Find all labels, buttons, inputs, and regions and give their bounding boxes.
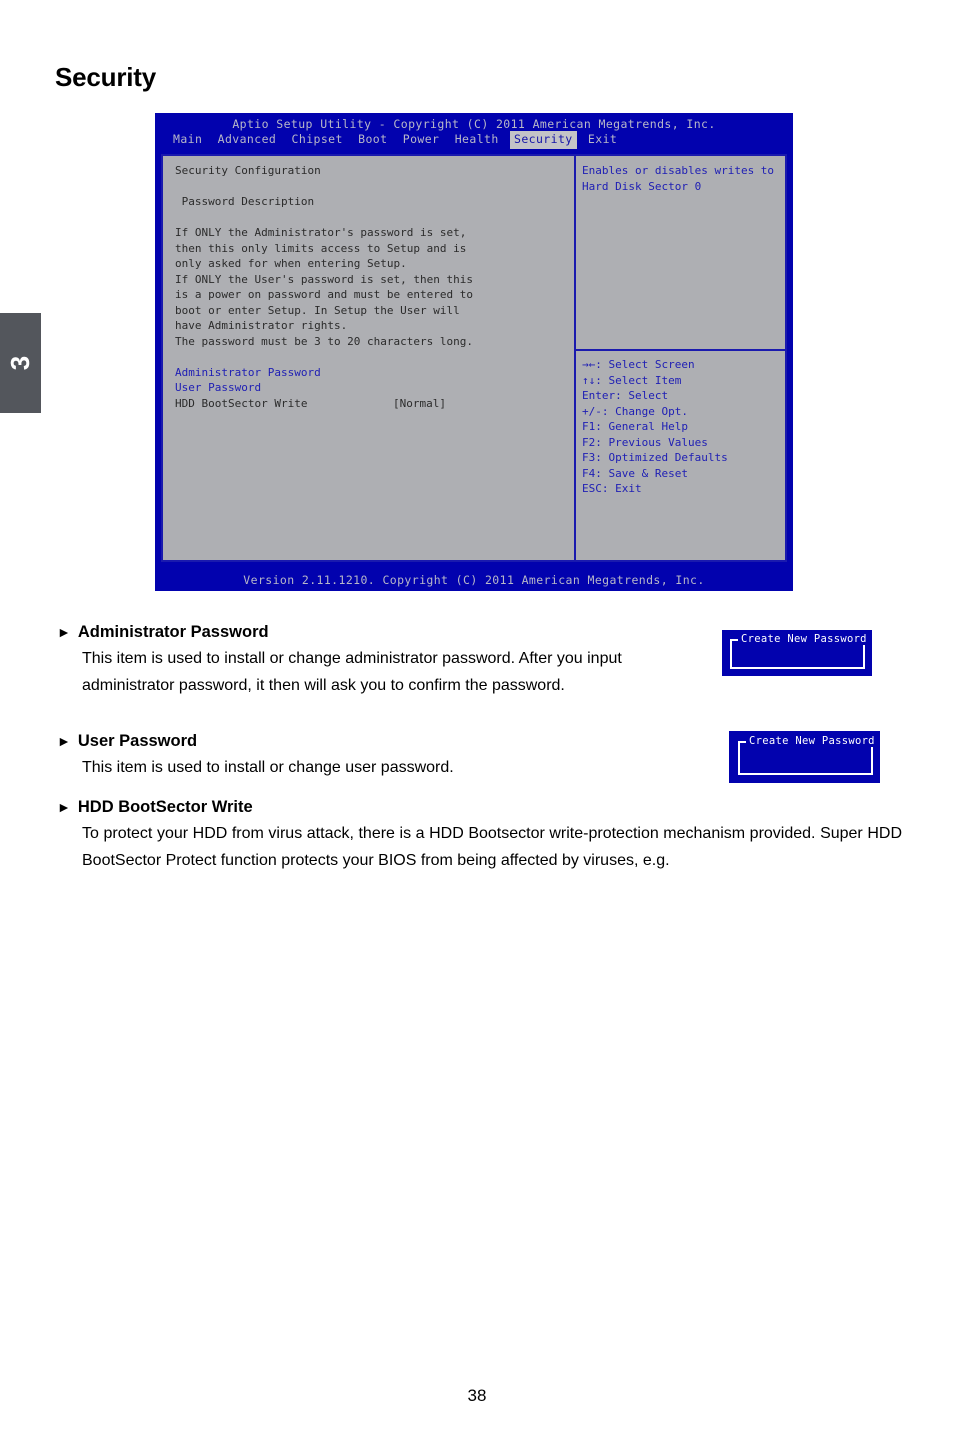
description-line-3: only asked for when entering Setup. bbox=[175, 257, 407, 270]
bios-help-description: Enables or disables writes to Hard Disk … bbox=[576, 156, 785, 351]
section-body-hdd-bootsector-write: To protect your HDD from virus attack, t… bbox=[82, 825, 902, 869]
key-f4-save-reset: F4: Save & Reset bbox=[582, 466, 688, 480]
bios-item-hdd-bootsector-write[interactable]: HDD BootSector Write [Normal] bbox=[175, 396, 574, 412]
section-body-administrator-password: This item is used to install or change a… bbox=[82, 650, 622, 694]
bios-tab-power[interactable]: Power bbox=[399, 131, 444, 149]
bios-tab-security[interactable]: Security bbox=[510, 131, 577, 149]
dialog-title-user: Create New Password bbox=[746, 735, 878, 747]
key-f2-previous-values: F2: Previous Values bbox=[582, 435, 708, 449]
bullet-arrow-icon: ► bbox=[57, 799, 71, 815]
key-esc-exit: ESC: Exit bbox=[582, 482, 642, 495]
help-description-line-2: Hard Disk Sector 0 bbox=[582, 179, 702, 193]
chapter-tab: 3 bbox=[0, 313, 41, 413]
bios-setup-screenshot: Aptio Setup Utility - Copyright (C) 2011… bbox=[155, 113, 793, 591]
description-line-1: If ONLY the Administrator's password is … bbox=[175, 226, 467, 239]
section-heading-user-password: ► User Password bbox=[57, 732, 697, 751]
create-new-password-dialog-user: Create New Password bbox=[729, 731, 880, 783]
key-select-item: ↑↓: Select Item bbox=[582, 373, 682, 387]
bios-title-bar: Aptio Setup Utility - Copyright (C) 2011… bbox=[232, 117, 716, 131]
section-user-password: ► User Password This item is used to inst… bbox=[57, 732, 697, 781]
chapter-number: 3 bbox=[5, 355, 36, 371]
password-description-heading: Password Description bbox=[175, 195, 315, 208]
description-line-7: have Administrator rights. bbox=[175, 319, 348, 332]
dialog-frame: Create New Password bbox=[730, 633, 870, 669]
bios-tab-main[interactable]: Main bbox=[169, 131, 206, 149]
security-configuration-heading: Security Configuration bbox=[175, 164, 321, 177]
description-line-2: then this only limits access to Setup an… bbox=[175, 241, 467, 255]
key-f3-optimized-defaults: F3: Optimized Defaults bbox=[582, 451, 728, 464]
section-body-user-password: This item is used to install or change u… bbox=[82, 759, 454, 776]
bullet-arrow-icon: ► bbox=[57, 624, 71, 640]
section-heading-text: HDD BootSector Write bbox=[77, 798, 253, 816]
dialog-title-admin: Create New Password bbox=[738, 633, 870, 645]
description-line-6: boot or enter Setup. In Setup the User w… bbox=[175, 303, 460, 317]
section-administrator-password: ► Administrator Password This item is use… bbox=[57, 623, 697, 699]
bios-body: Security Configuration Password Descript… bbox=[161, 154, 787, 562]
bios-help-keys: →←: Select Screen ↑↓: Select Item Enter:… bbox=[576, 351, 785, 497]
key-change-opt: +/-: Change Opt. bbox=[582, 404, 688, 418]
bios-help-panel: Enables or disables writes to Hard Disk … bbox=[575, 154, 787, 562]
bios-item-hdd-bootsector-write-label: HDD BootSector Write bbox=[175, 396, 308, 410]
bios-item-user-password[interactable]: User Password bbox=[175, 380, 574, 396]
section-heading-administrator-password: ► Administrator Password bbox=[57, 623, 697, 642]
key-select-screen: →←: Select Screen bbox=[582, 358, 695, 371]
bios-version-bar: Version 2.11.1210. Copyright (C) 2011 Am… bbox=[243, 573, 705, 587]
bios-menu-bar: Main Advanced Chipset Boot Power Health … bbox=[155, 131, 793, 149]
section-heading-text: User Password bbox=[77, 732, 198, 750]
description-line-4: If ONLY the User's password is set, then… bbox=[175, 272, 474, 286]
bios-tab-chipset[interactable]: Chipset bbox=[288, 131, 347, 149]
bios-item-hdd-bootsector-write-value: [Normal] bbox=[393, 396, 446, 410]
section-hdd-bootsector-write: ► HDD BootSector Write To protect your HD… bbox=[57, 798, 902, 874]
bios-settings-panel: Security Configuration Password Descript… bbox=[161, 154, 575, 562]
bios-tab-exit[interactable]: Exit bbox=[584, 131, 621, 149]
bios-tab-boot[interactable]: Boot bbox=[354, 131, 391, 149]
page-number: 38 bbox=[467, 1386, 487, 1405]
bios-item-administrator-password[interactable]: Administrator Password bbox=[175, 365, 574, 381]
section-heading-hdd-bootsector-write: ► HDD BootSector Write bbox=[57, 798, 902, 817]
description-line-5: is a power on password and must be enter… bbox=[175, 288, 474, 301]
bios-tab-advanced[interactable]: Advanced bbox=[214, 131, 281, 149]
bullet-arrow-icon: ► bbox=[57, 733, 71, 749]
help-description-line-1: Enables or disables writes to bbox=[582, 164, 775, 177]
key-enter-select: Enter: Select bbox=[582, 389, 669, 402]
bios-tab-health[interactable]: Health bbox=[451, 131, 503, 149]
create-new-password-dialog-admin: Create New Password bbox=[722, 630, 872, 676]
dialog-frame: Create New Password bbox=[738, 735, 878, 775]
page-title: Security bbox=[55, 62, 157, 92]
section-heading-text: Administrator Password bbox=[77, 623, 269, 641]
description-line-8: The password must be 3 to 20 characters … bbox=[175, 334, 474, 348]
key-f1-general-help: F1: General Help bbox=[582, 420, 688, 433]
